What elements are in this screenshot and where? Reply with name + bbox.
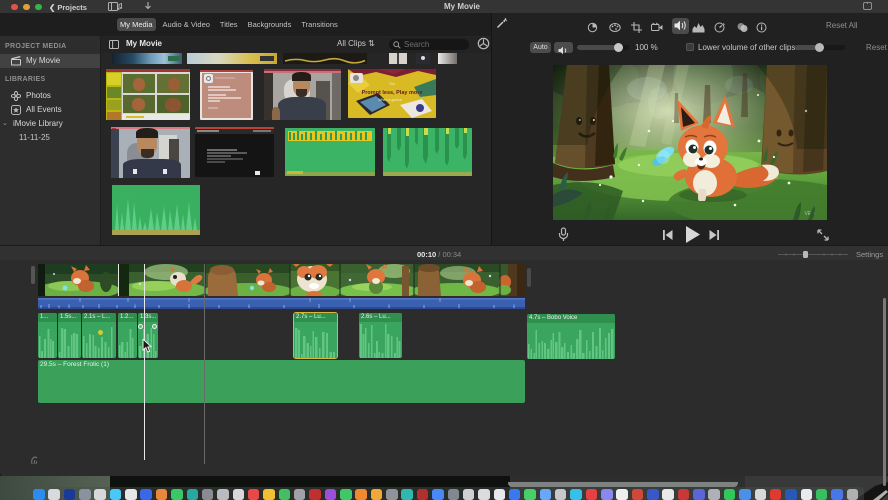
svg-text:The: The (389, 82, 395, 86)
svg-text:Prompt less, Play more: Prompt less, Play more (362, 90, 423, 96)
svg-text:When a glance: When a glance (378, 98, 401, 102)
